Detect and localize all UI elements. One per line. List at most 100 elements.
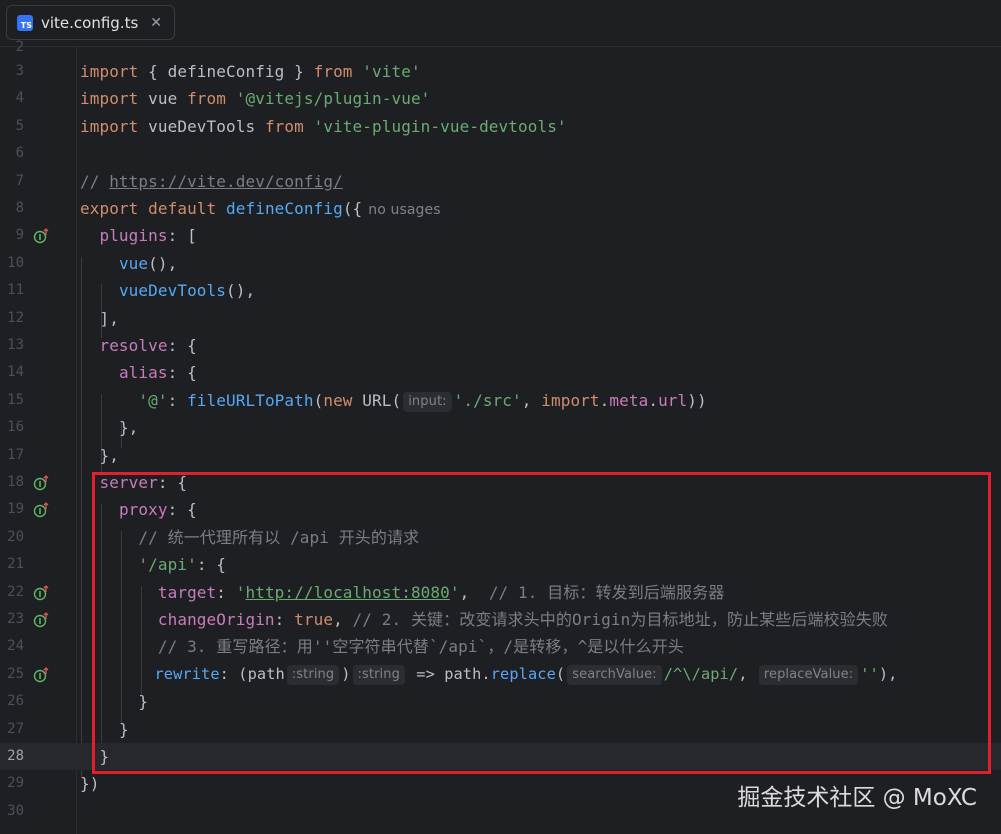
line-number: 15 — [7, 391, 24, 408]
line-number: 9 — [15, 227, 24, 244]
implements-interface-icon[interactable]: I — [33, 666, 49, 683]
code-line: 12 ], — [0, 305, 1001, 332]
line-number: 11 — [7, 282, 24, 299]
line-number: 17 — [7, 446, 24, 463]
code-text: }) — [80, 774, 100, 794]
line-number: 13 — [7, 337, 24, 353]
string-literal: 'vite-plugin-vue-devtools' — [313, 116, 567, 136]
line-number: 21 — [7, 556, 24, 573]
string-literal: 'vite' — [362, 62, 421, 81]
usages-hint[interactable]: no usages — [368, 202, 440, 218]
svg-text:I: I — [39, 233, 42, 242]
line-number: 3 — [15, 63, 24, 79]
code-line: 9 I plugins: [ — [0, 222, 1001, 249]
line-number: 25 — [7, 665, 24, 682]
implements-interface-icon[interactable]: I — [33, 228, 49, 244]
code-text: ({ — [342, 199, 363, 218]
line-number: 14 — [7, 364, 24, 381]
code-line: 10 vue(), — [0, 250, 1001, 277]
property-name: url — [658, 390, 688, 410]
string-literal: './src' — [453, 390, 522, 410]
line-number: 8 — [15, 200, 24, 216]
property-name: alias — [118, 363, 168, 383]
code-line: 17 }, — [0, 442, 1001, 469]
close-icon[interactable]: ✕ — [150, 15, 162, 31]
code-line: 11 vueDevTools(), — [0, 277, 1001, 304]
function-name: fileURLToPath — [187, 390, 314, 410]
highlight-box — [92, 472, 991, 774]
code-text: , — [521, 390, 542, 410]
code-text: : { — [167, 336, 197, 355]
keyword: from — [187, 89, 227, 109]
keyword: import — [80, 62, 139, 81]
code-text: ( — [313, 390, 324, 410]
keyword: import — [80, 116, 139, 136]
code-text: URL( — [352, 390, 402, 410]
line-number: 16 — [7, 419, 24, 436]
identifier: vue — [138, 89, 188, 109]
code-text: ], — [99, 308, 119, 328]
code-text: . — [648, 390, 659, 410]
svg-text:I: I — [39, 672, 42, 681]
code-text: }, — [99, 445, 119, 465]
line-number: 12 — [7, 309, 24, 326]
code-text: (), — [226, 281, 256, 301]
code-line: 16 }, — [0, 414, 1001, 441]
keyword: from — [313, 62, 353, 81]
keyword: import — [80, 89, 139, 109]
keyword: new — [323, 390, 353, 410]
line-number: 4 — [15, 90, 24, 107]
code-text: : [ — [167, 226, 197, 246]
code-line: 8 export default defineConfig({ no usages — [0, 195, 1001, 222]
code-line: 6 — [0, 140, 1001, 167]
line-number: 18 — [7, 474, 24, 490]
line-number: 30 — [7, 802, 24, 819]
tab-title: vite.config.ts — [41, 13, 139, 32]
keyword: export — [80, 199, 139, 218]
svg-text:I: I — [39, 617, 42, 626]
implements-interface-icon[interactable]: I — [33, 612, 49, 628]
string-literal: '@' — [138, 390, 168, 410]
param-hint: input: — [403, 391, 452, 412]
svg-text:I: I — [39, 507, 42, 516]
line-number: 24 — [7, 638, 24, 655]
code-text: } — [284, 62, 314, 81]
comment: // — [80, 171, 110, 191]
implements-interface-icon[interactable]: I — [33, 475, 49, 491]
keyword: from — [264, 116, 304, 136]
watermark: 掘金技术社区 @ MoXC — [737, 785, 977, 811]
identifier: vueDevTools — [138, 116, 265, 136]
line-number: 27 — [7, 720, 24, 737]
code-text: : { — [167, 363, 197, 383]
code-text: . — [599, 390, 610, 410]
code-line: 3 import { defineConfig } from 'vite' — [0, 58, 1001, 85]
comment-link[interactable]: https://vite.dev/config/ — [109, 172, 343, 191]
svg-text:I: I — [39, 480, 42, 489]
function-name: defineConfig — [226, 199, 343, 218]
typescript-file-icon: TS — [17, 14, 33, 31]
string-literal: '@vitejs/plugin-vue' — [235, 89, 431, 109]
line-number: 7 — [15, 172, 24, 189]
svg-text:I: I — [39, 590, 42, 599]
property-name: plugins — [99, 226, 168, 246]
code-editor[interactable]: 2 3 import { defineConfig } from 'vite' … — [0, 39, 1001, 834]
code-text: )) — [687, 390, 707, 410]
line-number: 19 — [7, 501, 24, 518]
line-number: 5 — [15, 117, 24, 134]
line-number: 26 — [7, 693, 24, 710]
implements-interface-icon[interactable]: I — [33, 584, 49, 601]
keyword: import — [541, 390, 600, 410]
line-number: 6 — [15, 145, 24, 162]
line-number: 20 — [7, 528, 24, 545]
keyword: default — [138, 199, 227, 218]
function-name: vueDevTools — [118, 281, 226, 301]
identifier: defineConfig — [167, 62, 285, 81]
code-line: 7 // https://vite.dev/config/ — [0, 168, 1001, 195]
line-number: 23 — [7, 611, 24, 627]
code-line: 4 import vue from '@vitejs/plugin-vue' — [0, 85, 1001, 112]
code-text: { — [138, 62, 168, 81]
code-text: : — [167, 390, 188, 410]
implements-interface-icon[interactable]: I — [33, 502, 49, 518]
code-line: 13 resolve: { — [0, 332, 1001, 359]
function-name: vue — [118, 253, 149, 273]
